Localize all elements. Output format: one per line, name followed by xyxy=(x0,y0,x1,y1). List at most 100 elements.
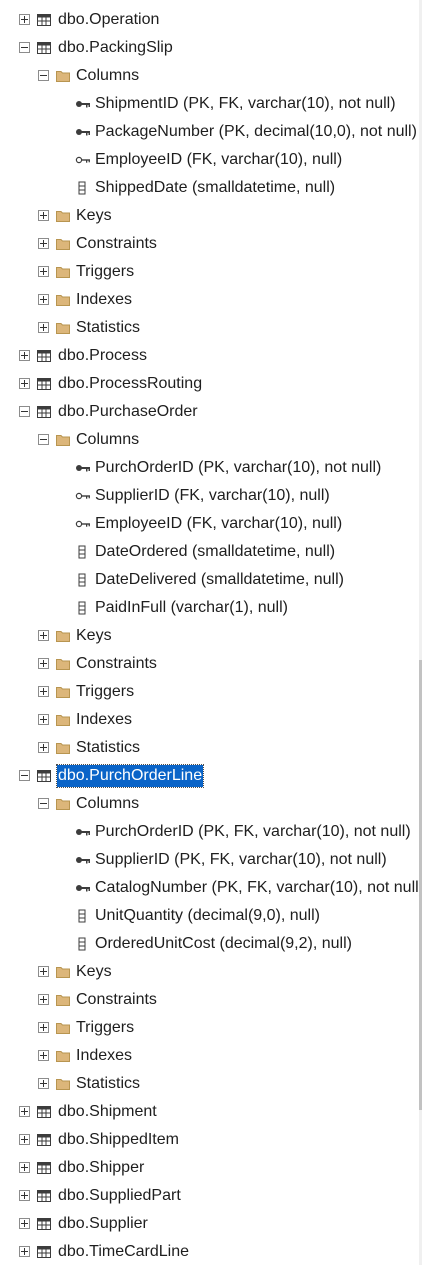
collapse-icon[interactable] xyxy=(19,770,30,781)
tree-node-label[interactable]: Triggers xyxy=(75,258,135,286)
tree-node-label[interactable]: EmployeeID (FK, varchar(10), null) xyxy=(94,510,343,538)
expand-icon[interactable] xyxy=(19,1246,30,1257)
tree-column-node[interactable]: ShippedDate (smalldatetime, null) xyxy=(0,174,419,202)
expand-icon[interactable] xyxy=(19,14,30,25)
tree-node-label[interactable]: SupplierID (FK, varchar(10), null) xyxy=(94,482,331,510)
tree-node-label[interactable]: Keys xyxy=(75,202,113,230)
tree-folder-node[interactable]: Indexes xyxy=(0,286,419,314)
tree-node-label[interactable]: Constraints xyxy=(75,230,158,258)
tree-node-label[interactable]: dbo.Process xyxy=(57,342,148,370)
tree-node-label[interactable]: Indexes xyxy=(75,286,133,314)
tree-node-label[interactable]: PaidInFull (varchar(1), null) xyxy=(94,594,289,622)
tree-folder-node[interactable]: Triggers xyxy=(0,1014,419,1042)
tree-column-node[interactable]: EmployeeID (FK, varchar(10), null) xyxy=(0,510,419,538)
expand-icon[interactable] xyxy=(38,238,49,249)
expand-icon[interactable] xyxy=(19,1218,30,1229)
tree-table-node[interactable]: dbo.Operation xyxy=(0,6,419,34)
tree-node-label[interactable]: PackageNumber (PK, decimal(10,0), not nu… xyxy=(94,118,418,146)
tree-table-node[interactable]: dbo.TimeCardLine xyxy=(0,1238,419,1266)
tree-folder-node[interactable]: Constraints xyxy=(0,650,419,678)
expand-icon[interactable] xyxy=(38,294,49,305)
expand-icon[interactable] xyxy=(19,378,30,389)
tree-node-label[interactable]: dbo.Shipper xyxy=(57,1154,145,1182)
tree-folder-node[interactable]: Columns xyxy=(0,790,419,818)
expand-icon[interactable] xyxy=(38,714,49,725)
tree-node-label[interactable]: Statistics xyxy=(75,314,141,342)
tree-folder-node[interactable]: Triggers xyxy=(0,678,419,706)
expand-icon[interactable] xyxy=(19,1106,30,1117)
tree-table-node[interactable]: dbo.PurchOrderLine xyxy=(0,762,419,790)
tree-node-label[interactable]: Indexes xyxy=(75,1042,133,1070)
tree-column-node[interactable]: UnitQuantity (decimal(9,0), null) xyxy=(0,902,419,930)
tree-node-label[interactable]: ShipmentID (PK, FK, varchar(10), not nul… xyxy=(94,90,397,118)
tree-node-label[interactable]: Triggers xyxy=(75,1014,135,1042)
collapse-icon[interactable] xyxy=(19,42,30,53)
tree-node-label[interactable]: Triggers xyxy=(75,678,135,706)
collapse-icon[interactable] xyxy=(19,406,30,417)
tree-column-node[interactable]: DateOrdered (smalldatetime, null) xyxy=(0,538,419,566)
collapse-icon[interactable] xyxy=(38,434,49,445)
tree-node-label[interactable]: dbo.ShippedItem xyxy=(57,1126,180,1154)
expand-icon[interactable] xyxy=(19,1162,30,1173)
tree-table-node[interactable]: dbo.PackingSlip xyxy=(0,34,419,62)
tree-node-label[interactable]: Keys xyxy=(75,958,113,986)
tree-table-node[interactable]: dbo.PurchaseOrder xyxy=(0,398,419,426)
tree-table-node[interactable]: dbo.Supplier xyxy=(0,1210,419,1238)
tree-column-node[interactable]: SupplierID (FK, varchar(10), null) xyxy=(0,482,419,510)
tree-node-label[interactable]: DateDelivered (smalldatetime, null) xyxy=(94,566,345,594)
tree-folder-node[interactable]: Keys xyxy=(0,202,419,230)
tree-column-node[interactable]: CatalogNumber (PK, FK, varchar(10), not … xyxy=(0,874,419,902)
tree-column-node[interactable]: PurchOrderID (PK, FK, varchar(10), not n… xyxy=(0,818,419,846)
tree-table-node[interactable]: dbo.SuppliedPart xyxy=(0,1182,419,1210)
tree-table-node[interactable]: dbo.Shipment xyxy=(0,1098,419,1126)
tree-node-label[interactable]: Columns xyxy=(75,790,140,818)
tree-node-label[interactable]: Statistics xyxy=(75,734,141,762)
tree-node-label[interactable]: dbo.TimeCardLine xyxy=(57,1238,190,1266)
tree-folder-node[interactable]: Indexes xyxy=(0,706,419,734)
tree-column-node[interactable]: PaidInFull (varchar(1), null) xyxy=(0,594,419,622)
tree-node-label[interactable]: Constraints xyxy=(75,986,158,1014)
tree-node-label[interactable]: dbo.Operation xyxy=(57,6,160,34)
tree-node-label[interactable]: SupplierID (PK, FK, varchar(10), not nul… xyxy=(94,846,388,874)
tree-folder-node[interactable]: Statistics xyxy=(0,1070,419,1098)
tree-node-label[interactable]: Statistics xyxy=(75,1070,141,1098)
tree-table-node[interactable]: dbo.ShippedItem xyxy=(0,1126,419,1154)
tree-node-label[interactable]: UnitQuantity (decimal(9,0), null) xyxy=(94,902,321,930)
tree-node-label[interactable]: Constraints xyxy=(75,650,158,678)
tree-column-node[interactable]: DateDelivered (smalldatetime, null) xyxy=(0,566,419,594)
tree-folder-node[interactable]: Columns xyxy=(0,62,419,90)
tree-node-label[interactable]: Columns xyxy=(75,426,140,454)
expand-icon[interactable] xyxy=(38,994,49,1005)
tree-node-label[interactable]: Columns xyxy=(75,62,140,90)
tree-folder-node[interactable]: Triggers xyxy=(0,258,419,286)
tree-folder-node[interactable]: Statistics xyxy=(0,734,419,762)
tree-node-label[interactable]: dbo.SuppliedPart xyxy=(57,1182,182,1210)
tree-node-label[interactable]: dbo.Supplier xyxy=(57,1210,149,1238)
tree-folder-node[interactable]: Columns xyxy=(0,426,419,454)
tree-folder-node[interactable]: Keys xyxy=(0,958,419,986)
tree-node-label[interactable]: EmployeeID (FK, varchar(10), null) xyxy=(94,146,343,174)
tree-column-node[interactable]: ShipmentID (PK, FK, varchar(10), not nul… xyxy=(0,90,419,118)
collapse-icon[interactable] xyxy=(38,798,49,809)
tree-table-node[interactable]: dbo.ProcessRouting xyxy=(0,370,419,398)
expand-icon[interactable] xyxy=(38,966,49,977)
expand-icon[interactable] xyxy=(38,658,49,669)
tree-folder-node[interactable]: Keys xyxy=(0,622,419,650)
expand-icon[interactable] xyxy=(38,1078,49,1089)
expand-icon[interactable] xyxy=(38,266,49,277)
tree-column-node[interactable]: PurchOrderID (PK, varchar(10), not null) xyxy=(0,454,419,482)
tree-node-label[interactable]: Indexes xyxy=(75,706,133,734)
tree-node-label[interactable]: ShippedDate (smalldatetime, null) xyxy=(94,174,336,202)
expand-icon[interactable] xyxy=(38,630,49,641)
expand-icon[interactable] xyxy=(38,1022,49,1033)
tree-column-node[interactable]: EmployeeID (FK, varchar(10), null) xyxy=(0,146,419,174)
tree-node-label[interactable]: dbo.PurchaseOrder xyxy=(57,398,199,426)
expand-icon[interactable] xyxy=(19,1190,30,1201)
expand-icon[interactable] xyxy=(38,686,49,697)
tree-node-label[interactable]: dbo.ProcessRouting xyxy=(57,370,203,398)
tree-column-node[interactable]: OrderedUnitCost (decimal(9,2), null) xyxy=(0,930,419,958)
tree-node-label[interactable]: OrderedUnitCost (decimal(9,2), null) xyxy=(94,930,353,958)
tree-node-label[interactable]: PurchOrderID (PK, varchar(10), not null) xyxy=(94,454,382,482)
tree-table-node[interactable]: dbo.Shipper xyxy=(0,1154,419,1182)
tree-node-label[interactable]: DateOrdered (smalldatetime, null) xyxy=(94,538,336,566)
